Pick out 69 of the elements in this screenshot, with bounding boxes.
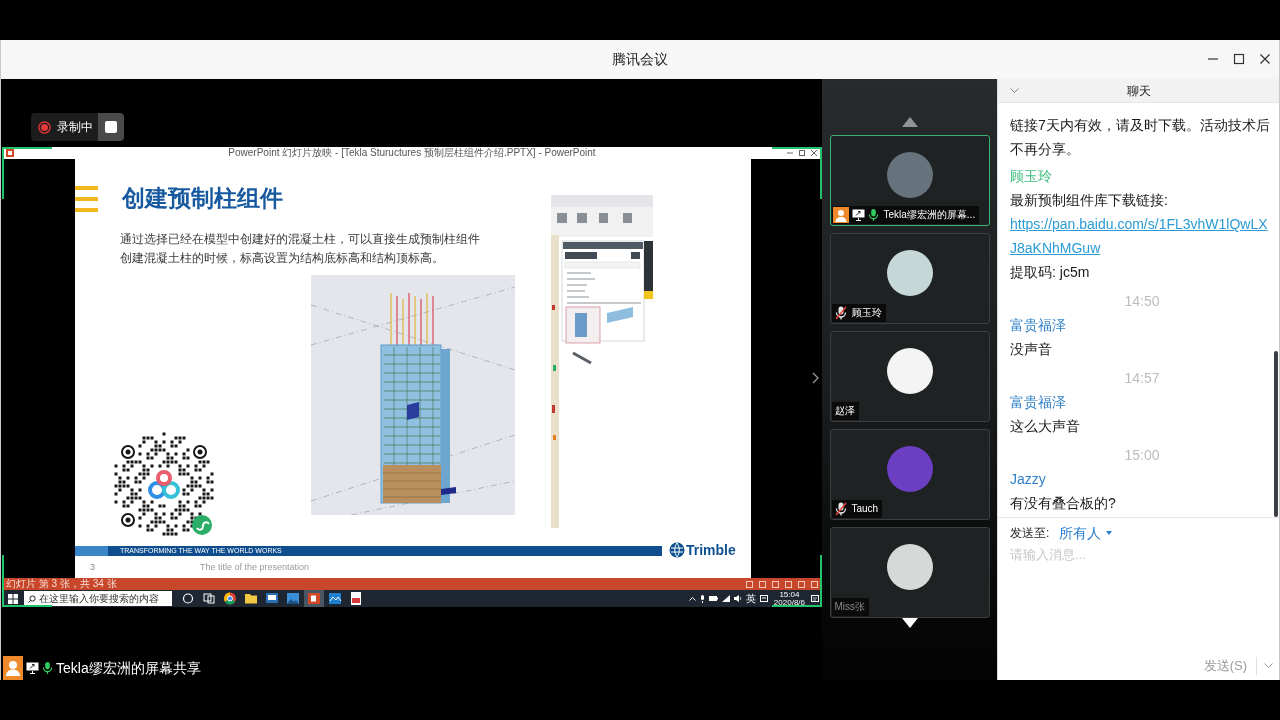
battery-icon[interactable] <box>708 596 718 601</box>
slide-title: 创建预制柱组件 <box>122 184 283 212</box>
stop-icon <box>105 121 117 133</box>
clock-date[interactable]: 2020/8/6 <box>773 598 805 607</box>
window-title: 腾讯会议 <box>612 50 668 69</box>
message-text: 最新预制组件库下载链接: https://pan.baidu.com/s/1FL3vhW1lQwLXJ8aKNhMGuw 提取码: jc5m <box>1010 188 1274 284</box>
participant-tile[interactable]: Miss张 <box>829 527 990 618</box>
timestamp: 14:57 <box>1123 369 1161 388</box>
start-icon[interactable] <box>8 593 18 604</box>
sender-name: Jazzy <box>1010 470 1047 489</box>
close-icon[interactable] <box>811 150 817 156</box>
person-icon <box>3 656 23 680</box>
scrollbar-thumb[interactable] <box>1274 351 1278 517</box>
participant-name: 赵泽 <box>834 405 855 417</box>
recipient-dropdown[interactable]: 所有人 <box>1059 524 1113 542</box>
microphone-icon[interactable] <box>699 594 705 603</box>
slide-text: 通过选择已经在模型中创建好的混凝土柱，可以直接生成预制柱组件 <box>120 231 480 248</box>
participant-name: Miss张 <box>834 601 866 613</box>
input-method-indicator[interactable]: 英 <box>745 592 756 605</box>
presentation-icon[interactable] <box>304 590 324 607</box>
recording-dot-icon <box>38 120 51 134</box>
screen-share-icon <box>26 662 39 674</box>
chevron-down-icon[interactable] <box>1010 88 1019 94</box>
speaker-icon[interactable] <box>733 595 742 602</box>
globe-logo-icon <box>669 542 685 558</box>
maximize-icon[interactable] <box>799 150 805 156</box>
banner-stripe <box>75 546 108 556</box>
participant-tile[interactable]: Tekla缪宏洲的屏幕... <box>829 135 990 226</box>
participant-name: Tekla缪宏洲的屏幕... <box>883 209 976 221</box>
participant-name: 顾玉玲 <box>851 307 882 319</box>
participant-tile[interactable]: 顾玉玲 <box>829 233 990 324</box>
scroll-up-icon[interactable] <box>901 117 918 127</box>
chevron-down-icon[interactable] <box>1264 663 1273 669</box>
stop-recording-button[interactable] <box>98 113 124 141</box>
message-text: 没声音 <box>1010 340 1053 359</box>
chevron-right-icon[interactable] <box>812 372 819 384</box>
timestamp: 15:00 <box>1123 446 1161 465</box>
microphone-icon <box>42 661 53 675</box>
timestamp: 14:50 <box>1123 292 1161 311</box>
message-text: 这么大声音 <box>1010 417 1081 436</box>
participant-tile[interactable]: Tauch <box>829 429 990 520</box>
slide-text: 创建混凝土柱的时候，标高设置为结构底标高和结构顶标高。 <box>120 250 445 267</box>
slide-counter: 幻灯片 第 3 张，共 34 张 <box>6 578 117 590</box>
bars-icon <box>75 186 98 212</box>
maximize-icon[interactable] <box>1233 53 1245 65</box>
caret-icon <box>1106 531 1113 535</box>
participant-tile[interactable]: 赵泽 <box>829 331 990 422</box>
network-icon[interactable] <box>721 595 730 602</box>
search-icon <box>28 594 36 603</box>
message-text: 链接7天内有效，请及时下载。活动技术后不再分享。 <box>1010 116 1271 159</box>
message-text: 有没有叠合板的? <box>1010 494 1117 513</box>
footer-text: The title of the presentation <box>200 562 310 573</box>
close-icon[interactable] <box>1259 53 1271 65</box>
notification-icon[interactable] <box>811 594 819 603</box>
chat-title: 聊天 <box>1126 83 1151 98</box>
participant-name: Tauch <box>851 503 879 515</box>
search-field[interactable]: 在这里输入你要搜索的内容 <box>24 591 172 606</box>
page-number: 3 <box>90 562 95 573</box>
app-window-title: PowerPoint 幻灯片放映 - [Tekla Stuructures 预制层柱组件介绍.PPTX] - PowerPoint <box>228 147 596 159</box>
clock-time[interactable]: 15:04 <box>779 590 800 599</box>
sender-name: 富贵福泽 <box>1010 393 1067 412</box>
keyboard-icon[interactable] <box>759 595 768 602</box>
logo-text: Trimble <box>686 542 736 558</box>
sharer-label: Tekla缪宏洲的屏幕共享 <box>56 659 201 677</box>
recording-label: 录制中 <box>57 120 93 134</box>
sender-name: 顾玉玲 <box>1010 167 1053 186</box>
chevron-up-icon[interactable] <box>688 596 696 601</box>
sender-name: 富贵福泽 <box>1010 316 1067 335</box>
send-to-label: 发送至: <box>1010 526 1050 540</box>
